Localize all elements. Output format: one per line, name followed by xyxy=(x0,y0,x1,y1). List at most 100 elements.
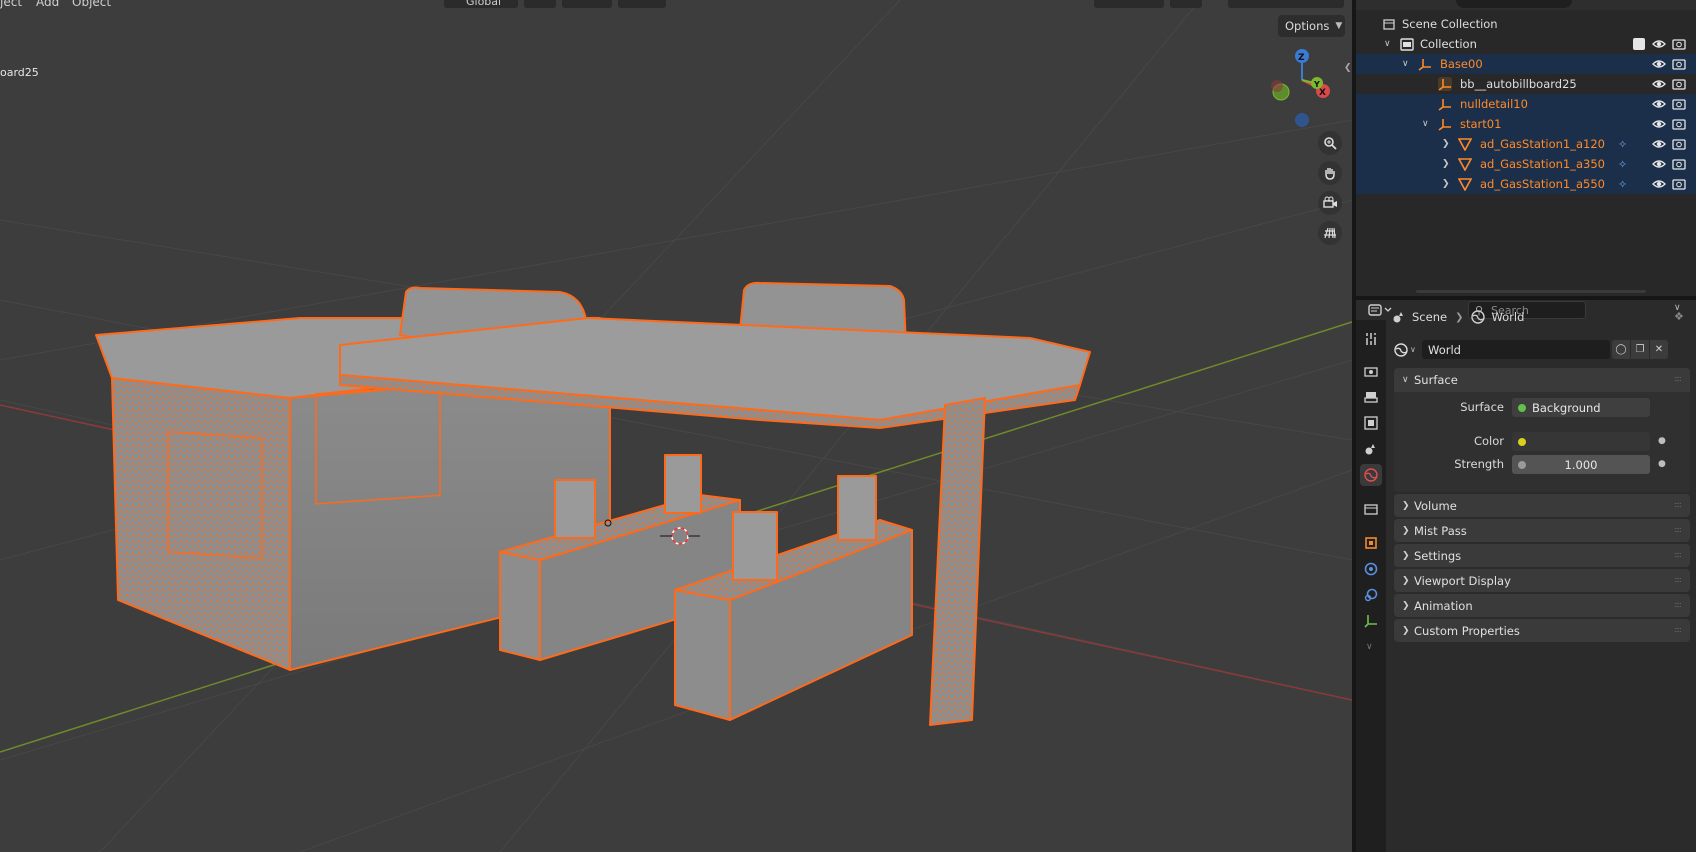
menu-add[interactable]: Add xyxy=(36,0,59,9)
outliner-row-bb-autobillboard25[interactable]: bb__autobillboard25 xyxy=(1356,74,1696,94)
camera-icon[interactable] xyxy=(1672,77,1686,91)
menu-object[interactable]: Object xyxy=(72,0,111,9)
object-icon[interactable] xyxy=(1360,532,1382,554)
eye-icon[interactable] xyxy=(1652,97,1666,111)
drag-handle-icon[interactable]: :::: xyxy=(1674,374,1682,383)
camera-icon[interactable] xyxy=(1672,117,1686,131)
drag-handle-icon[interactable]: :::: xyxy=(1674,575,1682,584)
render-icon[interactable] xyxy=(1360,360,1382,382)
duplicate-icon[interactable]: ❐ xyxy=(1631,340,1649,359)
chevron-down-icon[interactable]: ∨ xyxy=(1402,59,1409,69)
settings-panel-header[interactable]: ❯ Settings :::: xyxy=(1394,544,1690,568)
drag-handle-icon[interactable]: :::: xyxy=(1674,550,1682,559)
proportional-editing-toggle[interactable] xyxy=(618,0,666,8)
transform-orientation-dropdown[interactable]: Global xyxy=(444,0,518,8)
world-name-field[interactable]: World xyxy=(1422,340,1610,359)
camera-icon[interactable] xyxy=(1672,137,1686,151)
outliner[interactable]: Scene Collection ∨ Collection ∨ Base00 b… xyxy=(1356,0,1696,296)
camera-icon[interactable] xyxy=(1672,57,1686,71)
pin-icon[interactable]: ❖ xyxy=(1674,310,1684,323)
outliner-row-collection[interactable]: ∨ Collection xyxy=(1356,34,1696,54)
eye-icon[interactable] xyxy=(1652,77,1666,91)
world-icon[interactable] xyxy=(1360,464,1382,486)
drag-handle-icon[interactable]: :::: xyxy=(1674,525,1682,534)
eye-icon[interactable] xyxy=(1652,177,1666,191)
eye-icon[interactable] xyxy=(1652,117,1666,131)
3d-viewport[interactable]: Z X Y ject Add Object Global oard25 Opti… xyxy=(0,0,1352,852)
animation-panel[interactable]: ❯ Animation :::: xyxy=(1394,594,1690,617)
snapping-toggle[interactable] xyxy=(562,0,612,8)
surface-panel-header[interactable]: ∨ Surface :::: xyxy=(1394,368,1690,392)
close-icon[interactable]: ✕ xyxy=(1650,340,1668,359)
drag-handle-icon[interactable]: :::: xyxy=(1674,600,1682,609)
viewport-display-panel[interactable]: ❯ Viewport Display :::: xyxy=(1394,569,1690,592)
outliner-row-scene-collection[interactable]: Scene Collection xyxy=(1356,14,1696,34)
chevron-right-icon[interactable]: ❯ xyxy=(1442,179,1450,189)
wrench-icon[interactable]: ✧ xyxy=(1618,178,1627,191)
eye-icon[interactable] xyxy=(1652,37,1666,51)
chevron-right-icon[interactable]: ❯ xyxy=(1442,159,1450,169)
viewport-gizmos-dropdown[interactable] xyxy=(1094,0,1164,8)
camera-view-icon[interactable] xyxy=(1318,191,1342,215)
fake-user-shield-icon[interactable]: ◯ xyxy=(1612,340,1630,359)
outliner-row-base00[interactable]: ∨ Base00 xyxy=(1356,54,1696,74)
outliner-scrollbar[interactable] xyxy=(1416,290,1646,293)
physics-icon[interactable] xyxy=(1360,558,1382,580)
tool-icon[interactable] xyxy=(1360,328,1382,350)
mist-pass-panel-header[interactable]: ❯ Mist Pass :::: xyxy=(1394,519,1690,543)
custom-properties-panel[interactable]: ❯ Custom Properties :::: xyxy=(1394,619,1690,642)
animation-panel-header[interactable]: ❯ Animation :::: xyxy=(1394,594,1690,618)
volume-panel-header[interactable]: ❯ Volume :::: xyxy=(1394,494,1690,518)
outliner-row-start01[interactable]: ∨ start01 xyxy=(1356,114,1696,134)
exclude-checkbox[interactable] xyxy=(1633,38,1645,50)
eye-icon[interactable] xyxy=(1652,157,1666,171)
collection-icon[interactable] xyxy=(1360,498,1382,520)
volume-panel[interactable]: ❯ Volume :::: xyxy=(1394,494,1690,517)
outliner-row-ad-gasstation1-a350[interactable]: ❯ ad_GasStation1_a350 ✧ xyxy=(1356,154,1696,174)
surface-shader-selector[interactable]: Background xyxy=(1512,398,1650,417)
custom-properties-panel-header[interactable]: ❯ Custom Properties :::: xyxy=(1394,619,1690,643)
outliner-search-input[interactable] xyxy=(1456,0,1572,8)
camera-icon[interactable] xyxy=(1672,157,1686,171)
scene-icon[interactable] xyxy=(1360,438,1382,460)
eye-icon[interactable] xyxy=(1652,57,1666,71)
data-icon[interactable] xyxy=(1360,610,1382,632)
zoom-icon[interactable] xyxy=(1318,131,1342,155)
mist-pass-panel[interactable]: ❯ Mist Pass :::: xyxy=(1394,519,1690,542)
settings-panel[interactable]: ❯ Settings :::: xyxy=(1394,544,1690,567)
chevron-down-icon[interactable]: ∨ xyxy=(1422,119,1429,129)
camera-icon[interactable] xyxy=(1672,177,1686,191)
camera-icon[interactable] xyxy=(1672,97,1686,111)
keyframe-dot-icon[interactable]: ● xyxy=(1658,459,1666,469)
keyframe-dot-icon[interactable]: ● xyxy=(1658,436,1666,446)
chevron-down-icon[interactable]: ∨ xyxy=(1384,39,1391,49)
wrench-icon[interactable]: ✧ xyxy=(1618,138,1627,151)
scene-canvas[interactable]: Z X Y xyxy=(0,0,1352,852)
output-icon[interactable] xyxy=(1360,386,1382,408)
outliner-row-nulldetail10[interactable]: nulldetail10 xyxy=(1356,94,1696,114)
color-swatch[interactable] xyxy=(1512,432,1650,451)
eye-icon[interactable] xyxy=(1652,137,1666,151)
camera-icon[interactable] xyxy=(1672,37,1686,51)
sidebar-toggle-icon[interactable]: ❮ xyxy=(1344,63,1352,79)
constraint-icon[interactable] xyxy=(1360,584,1382,606)
outliner-row-ad-gasstation1-a550[interactable]: ❯ ad_GasStation1_a550 ✧ xyxy=(1356,174,1696,194)
outliner-row-ad-gasstation1-a120[interactable]: ❯ ad_GasStation1_a120 ✧ xyxy=(1356,134,1696,154)
chevron-down-icon[interactable]: ∨ xyxy=(1366,642,1373,652)
menu-select[interactable]: ject xyxy=(0,0,22,9)
drag-handle-icon[interactable]: :::: xyxy=(1674,500,1682,509)
hand-icon[interactable] xyxy=(1318,161,1342,185)
gas-station-model[interactable] xyxy=(95,281,1091,726)
pivot-point-dropdown[interactable] xyxy=(524,0,556,8)
world-browse-button[interactable]: ∨ xyxy=(1394,340,1420,359)
options-dropdown[interactable]: Options ▼ xyxy=(1278,15,1345,37)
drag-handle-icon[interactable]: :::: xyxy=(1674,625,1682,634)
viewport-display-panel-header[interactable]: ❯ Viewport Display :::: xyxy=(1394,569,1690,593)
grid-icon[interactable] xyxy=(1318,221,1342,245)
chevron-right-icon[interactable]: ❯ xyxy=(1442,139,1450,149)
shading-mode-buttons[interactable] xyxy=(1228,0,1344,8)
view-layer-icon[interactable] xyxy=(1360,412,1382,434)
wrench-icon[interactable]: ✧ xyxy=(1618,158,1627,171)
overlays-dropdown[interactable] xyxy=(1170,0,1202,8)
strength-field[interactable]: 1.000 xyxy=(1512,455,1650,474)
